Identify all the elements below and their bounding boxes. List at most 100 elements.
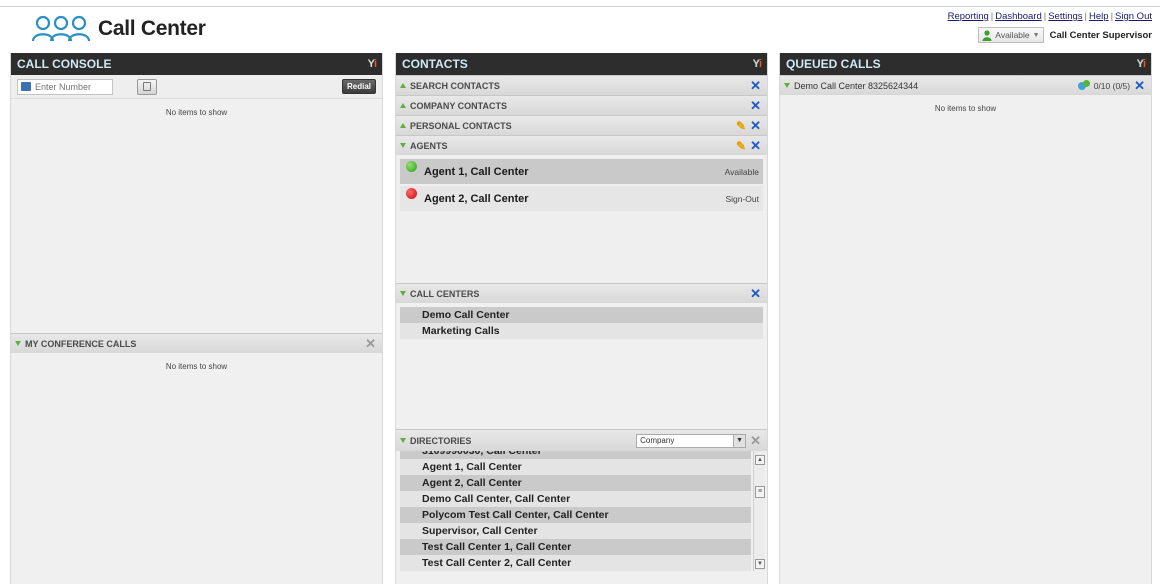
expand-toggle-icon (400, 123, 406, 128)
call-centers-bar[interactable]: CALL CENTERS ✕ (396, 283, 767, 303)
agent-status: Sign-Out (725, 193, 759, 204)
close-icon[interactable]: ✕ (750, 119, 761, 132)
dashboard-link[interactable]: Dashboard (995, 11, 1041, 22)
directory-filter-value: Company (640, 436, 675, 445)
top-nav-links: Reporting | Dashboard | Settings | Help | Sign O… (947, 11, 1152, 22)
status-dot-icon (406, 161, 417, 172)
status-value: Available (995, 30, 1030, 40)
directories-bar[interactable]: DIRECTORIES Company ▼ ✕ (396, 429, 767, 451)
panel-title: CONTACTS (402, 57, 468, 71)
call-console-empty: No items to show (165, 108, 228, 117)
collapse-toggle-icon (400, 143, 406, 148)
call-centers-list: Demo Call Center Marketing Calls (396, 303, 767, 429)
status-row: Available ▼ Call Center Supervisor (978, 27, 1152, 43)
agents-label: AGENTS (410, 140, 448, 151)
dial-bar: Redial (11, 75, 382, 99)
conference-title: MY CONFERENCE CALLS (25, 338, 137, 349)
close-icon[interactable]: ✕ (750, 139, 761, 152)
list-item[interactable]: Demo Call Center, Call Center (400, 491, 751, 507)
personal-contacts-label: PERSONAL CONTACTS (410, 120, 512, 131)
call-console-header: CALL CONSOLE Yi (11, 53, 382, 75)
list-item[interactable]: Test Call Center 1, Call Center (400, 539, 751, 555)
agents-bar[interactable]: AGENTS ✎ ✕ (396, 135, 767, 155)
agents-list: Agent 1, Call Center Available Agent 2, … (396, 155, 767, 283)
call-console-panel: CALL CONSOLE Yi Redial No items to show … (10, 53, 383, 584)
collapse-toggle-icon (400, 438, 406, 443)
pencil-icon[interactable]: ✎ (736, 140, 746, 152)
collapse-toggle-icon (15, 341, 21, 346)
queued-calls-header: QUEUED CALLS Yi (780, 53, 1151, 75)
pencil-icon[interactable]: ✎ (736, 120, 746, 132)
company-contacts-bar[interactable]: COMPANY CONTACTS ✕ (396, 95, 767, 115)
panel-tools-icon[interactable]: Yi (368, 58, 377, 70)
scroll-thumb[interactable]: ≡ (755, 486, 765, 498)
agent-row[interactable]: Agent 1, Call Center Available (400, 159, 763, 184)
settings-link[interactable]: Settings (1048, 11, 1082, 22)
dial-icon[interactable] (137, 78, 157, 95)
conference-empty: No items to show (165, 362, 228, 371)
scroll-up-icon[interactable]: ▲ (755, 455, 765, 465)
agent-name: Agent 1, Call Center (424, 165, 529, 178)
company-contacts-label: COMPANY CONTACTS (410, 100, 508, 111)
reporting-link[interactable]: Reporting (948, 11, 989, 22)
app-title: Call Center (98, 17, 206, 40)
list-item[interactable]: Agent 2, Call Center (400, 475, 751, 491)
queue-bar[interactable]: Demo Call Center 8325624344 0/10 (0/5) ✕ (780, 75, 1151, 95)
expand-toggle-icon (400, 83, 406, 88)
scroll-down-icon[interactable]: ▼ (755, 559, 765, 569)
panel-title: QUEUED CALLS (786, 57, 881, 71)
help-link[interactable]: Help (1089, 11, 1109, 22)
queue-settings-icon[interactable] (1077, 80, 1090, 91)
list-item[interactable]: Test Call Center 2, Call Center (400, 555, 751, 571)
list-item[interactable]: Agent 1, Call Center (400, 459, 751, 475)
contacts-header: CONTACTS Yi (396, 53, 767, 75)
agent-status: Available (724, 166, 759, 177)
collapse-toggle-icon (784, 83, 790, 88)
redial-button[interactable]: Redial (341, 79, 376, 94)
panel-tools-icon[interactable]: Yi (753, 58, 762, 70)
number-input-wrapper (17, 78, 113, 95)
list-item[interactable]: 3109990030, Call Center (400, 451, 751, 459)
close-icon[interactable]: ✕ (750, 434, 761, 447)
user-status-icon (982, 29, 992, 41)
close-icon[interactable]: ✕ (750, 79, 761, 92)
chevron-down-icon: ▼ (733, 434, 746, 447)
directories-list: 3109990030, Call Center Agent 1, Call Ce… (396, 451, 767, 571)
sign-out-link[interactable]: Sign Out (1115, 11, 1152, 22)
list-item[interactable]: Demo Call Center (400, 307, 763, 323)
agent-name: Agent 2, Call Center (424, 192, 529, 205)
contacts-panel: CONTACTS Yi SEARCH CONTACTS ✕ COMPANY CO… (395, 53, 768, 584)
close-icon[interactable]: ✕ (365, 337, 376, 350)
search-contacts-bar[interactable]: SEARCH CONTACTS ✕ (396, 75, 767, 95)
conference-section-bar[interactable]: MY CONFERENCE CALLS ✕ (11, 333, 382, 353)
queued-calls-panel: QUEUED CALLS Yi Demo Call Center 8325624… (779, 53, 1152, 584)
list-item[interactable]: Marketing Calls (400, 323, 763, 339)
panel-title: CALL CONSOLE (17, 57, 112, 71)
close-icon[interactable]: ✕ (750, 287, 761, 300)
close-icon[interactable]: ✕ (1134, 79, 1145, 92)
collapse-toggle-icon (400, 291, 406, 296)
queue-name: Demo Call Center 8325624344 (794, 80, 919, 91)
directories-scrollbar[interactable]: ▲ ≡ ▼ (753, 451, 765, 571)
status-dot-icon (406, 188, 417, 199)
personal-contacts-bar[interactable]: PERSONAL CONTACTS ✎ ✕ (396, 115, 767, 135)
user-name: Call Center Supervisor (1049, 29, 1152, 41)
queued-empty: No items to show (934, 104, 997, 113)
queue-count: 0/10 (0/5) (1093, 80, 1131, 91)
number-input[interactable] (35, 81, 111, 92)
chevron-down-icon: ▼ (1032, 31, 1040, 39)
directory-filter-select[interactable]: Company ▼ (636, 433, 747, 448)
status-dropdown[interactable]: Available ▼ (978, 27, 1044, 43)
contact-book-icon (21, 82, 31, 91)
agent-row[interactable]: Agent 2, Call Center Sign-Out (400, 186, 763, 211)
search-contacts-label: SEARCH CONTACTS (410, 80, 500, 91)
app-logo: Call Center (30, 12, 206, 46)
call-centers-label: CALL CENTERS (410, 288, 480, 299)
expand-toggle-icon (400, 103, 406, 108)
top-divider (0, 6, 1160, 7)
list-item[interactable]: Supervisor, Call Center (400, 523, 751, 539)
panel-tools-icon[interactable]: Yi (1137, 58, 1146, 70)
call-center-logo-icon (31, 15, 91, 42)
list-item[interactable]: Polycom Test Call Center, Call Center (400, 507, 751, 523)
close-icon[interactable]: ✕ (750, 99, 761, 112)
